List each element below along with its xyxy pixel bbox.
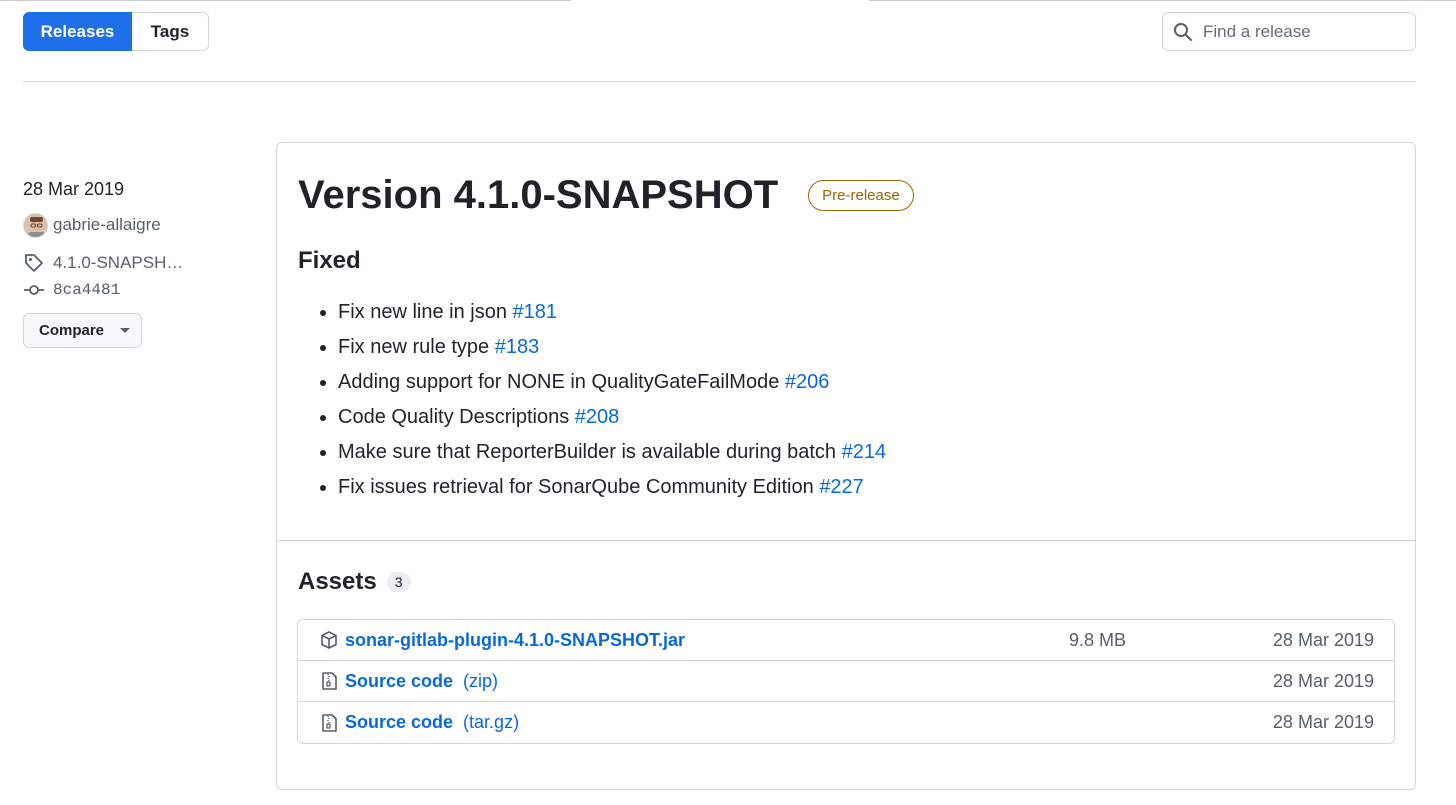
asset-date: 28 Mar 2019 [1272, 629, 1374, 650]
header-divider [23, 81, 1416, 82]
list-item: Fix issues retrieval for SonarQube Commu… [338, 473, 886, 508]
author-name[interactable]: gabrie-allaigre [53, 215, 161, 235]
change-text: Code Quality Descriptions [338, 406, 575, 428]
list-item: Fix new line in json #181 [338, 298, 886, 333]
tag-name[interactable]: 4.1.0-SNAPSH… [53, 253, 183, 273]
release-tag[interactable]: 4.1.0-SNAPSH… [23, 250, 253, 276]
release-commit[interactable]: 8ca4481 [23, 279, 253, 301]
file-zip-icon [322, 713, 337, 732]
release-date: 28 Mar 2019 [23, 179, 125, 199]
prerelease-badge: Pre-release [808, 180, 914, 211]
change-text: Fix new rule type [338, 336, 495, 358]
assets-divider [277, 540, 1415, 541]
asset-name-link[interactable]: sonar-gitlab-plugin-4.1.0-SNAPSHOT.jar [345, 630, 685, 651]
issue-link[interactable]: #227 [819, 476, 864, 498]
change-list: Fix new line in json #181 Fix new rule t… [338, 298, 886, 508]
commit-icon [24, 285, 44, 295]
list-item: Make sure that ReporterBuilder is availa… [338, 438, 886, 473]
asset-name-link[interactable]: Source code [345, 671, 453, 692]
release-title[interactable]: Version 4.1.0-SNAPSHOT [298, 173, 778, 218]
tab-tags[interactable]: Tags [132, 12, 209, 51]
asset-row: Source code (tar.gz) 28 Mar 2019 [298, 702, 1394, 743]
release-header: Version 4.1.0-SNAPSHOT Pre-release [298, 173, 914, 218]
commit-hash[interactable]: 8ca4481 [53, 281, 120, 299]
assets-count-badge: 3 [386, 572, 411, 592]
change-text: Fix new line in json [338, 301, 513, 323]
list-item: Fix new rule type #183 [338, 333, 886, 368]
assets-header[interactable]: Assets 3 [298, 568, 411, 596]
release-card: Version 4.1.0-SNAPSHOT Pre-release Fixed… [276, 142, 1416, 790]
asset-row: sonar-gitlab-plugin-4.1.0-SNAPSHOT.jar 9… [298, 620, 1394, 661]
release-author[interactable]: gabrie-allaigre [23, 212, 253, 238]
issue-link[interactable]: #183 [495, 336, 540, 358]
asset-size: 9.8 MB [1069, 629, 1127, 650]
issue-link[interactable]: #206 [785, 371, 830, 393]
asset-row: Source code (zip) 28 Mar 2019 [298, 661, 1394, 702]
chevron-down-icon [120, 328, 131, 333]
release-sidebar: 28 Mar 2019 gabrie-allaigre 4.1.0-SNAPSH… [23, 176, 253, 348]
change-text: Fix issues retrieval for SonarQube Commu… [338, 476, 820, 498]
asset-name-link[interactable]: Source code [345, 712, 453, 733]
change-text: Adding support for NONE in QualityGateFa… [338, 371, 785, 393]
asset-format[interactable]: (tar.gz) [463, 712, 519, 733]
issue-link[interactable]: #181 [513, 301, 558, 323]
file-zip-icon [322, 672, 337, 690]
tag-icon [25, 254, 43, 272]
top-border-right [869, 0, 1456, 1]
release-search[interactable] [1162, 12, 1416, 51]
asset-date: 28 Mar 2019 [1272, 712, 1374, 732]
list-item: Code Quality Descriptions #208 [338, 403, 886, 438]
section-heading: Fixed [298, 247, 361, 274]
change-text: Make sure that ReporterBuilder is availa… [338, 441, 842, 463]
compare-label: Compare [39, 322, 105, 339]
tab-releases[interactable]: Releases [23, 12, 132, 51]
asset-format[interactable]: (zip) [463, 671, 498, 692]
search-input[interactable] [1203, 21, 1403, 42]
assets-list: sonar-gitlab-plugin-4.1.0-SNAPSHOT.jar 9… [297, 619, 1395, 744]
issue-link[interactable]: #208 [575, 406, 620, 428]
compare-button[interactable]: Compare [23, 313, 142, 348]
list-item: Adding support for NONE in QualityGateFa… [338, 368, 886, 403]
release-tabs: Releases Tags [23, 12, 209, 51]
package-icon [321, 631, 337, 649]
assets-heading[interactable]: Assets [298, 568, 377, 596]
asset-date: 28 Mar 2019 [1272, 670, 1374, 691]
search-icon [1174, 22, 1192, 41]
top-border-left [0, 0, 571, 1]
issue-link[interactable]: #214 [842, 441, 887, 463]
avatar[interactable] [23, 212, 48, 238]
